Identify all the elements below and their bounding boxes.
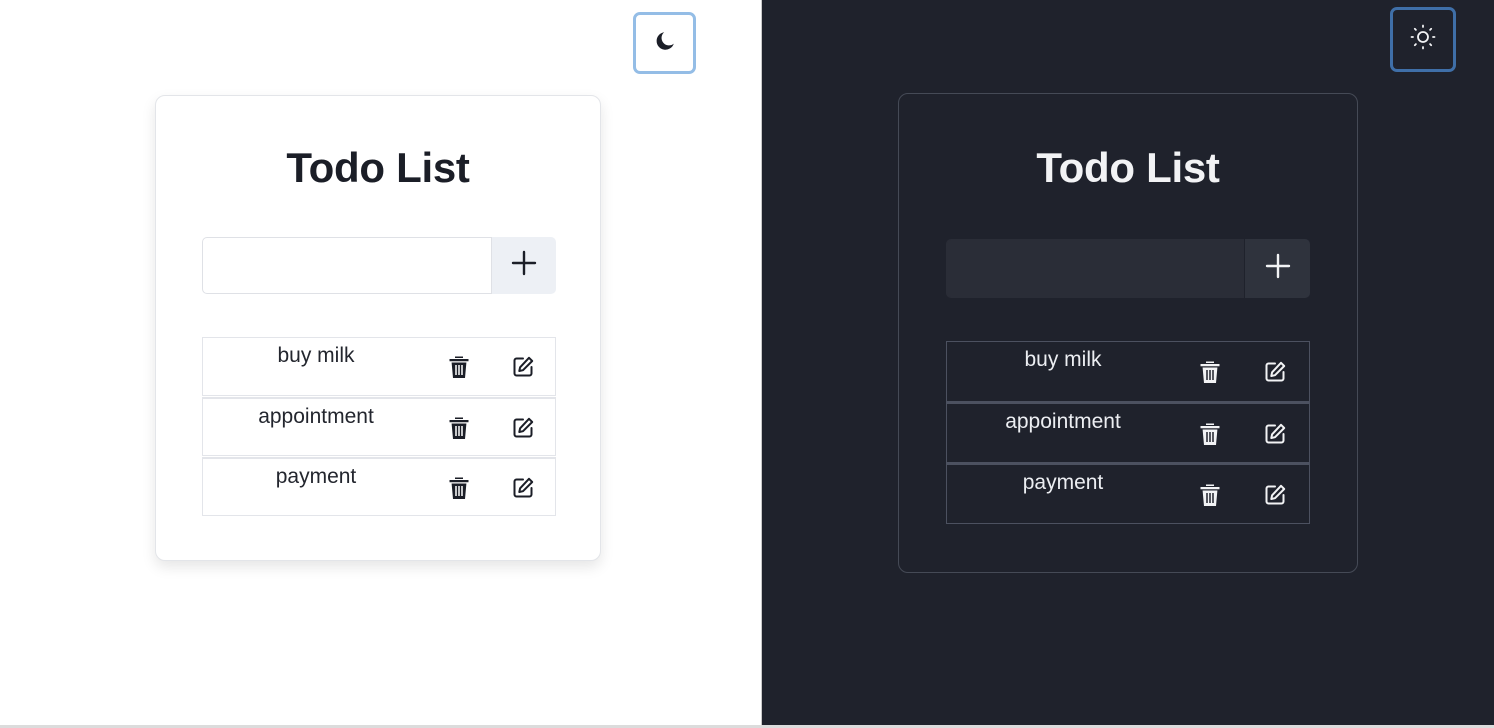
theme-toggle-button[interactable] (633, 12, 696, 74)
trash-icon[interactable] (445, 353, 473, 381)
sun-icon (1410, 24, 1436, 55)
page-title: Todo List (286, 144, 470, 191)
page-title: Todo List (1036, 144, 1220, 191)
todo-item: buy milk (946, 341, 1310, 402)
edit-icon[interactable] (1261, 358, 1289, 386)
todo-list: buy milk appointment payment (946, 341, 1310, 524)
todo-item: payment (202, 457, 556, 516)
theme-toggle-button[interactable] (1390, 7, 1456, 72)
edit-icon[interactable] (509, 353, 537, 381)
todo-item: buy milk (202, 337, 556, 396)
add-todo-button[interactable] (492, 237, 556, 294)
trash-icon[interactable] (1196, 481, 1224, 509)
light-theme-view: Todo List buy milk appointment payment (0, 0, 761, 725)
todo-item: appointment (946, 402, 1310, 463)
todo-label: buy milk (277, 344, 355, 367)
todo-card: Todo List buy milk appointment payment (898, 93, 1358, 573)
edit-icon[interactable] (509, 474, 537, 502)
trash-icon[interactable] (1196, 358, 1224, 386)
trash-icon[interactable] (445, 414, 473, 442)
todo-input[interactable] (946, 239, 1244, 298)
trash-icon[interactable] (1196, 420, 1224, 448)
todo-label: appointment (1005, 410, 1121, 433)
todo-label: buy milk (1024, 348, 1102, 371)
plus-icon (511, 250, 537, 281)
add-todo-button[interactable] (1245, 239, 1310, 298)
dark-theme-view: Todo List buy milk appointment payment (762, 0, 1494, 725)
todo-item: payment (946, 463, 1310, 524)
edit-icon[interactable] (1261, 420, 1289, 448)
edit-icon[interactable] (1261, 481, 1289, 509)
todo-label: payment (1022, 471, 1104, 494)
trash-icon[interactable] (445, 474, 473, 502)
todo-label: appointment (258, 405, 374, 428)
todo-card: Todo List buy milk appointment payment (155, 95, 601, 561)
plus-icon (1265, 253, 1291, 284)
edit-icon[interactable] (509, 414, 537, 442)
todo-list: buy milk appointment payment (202, 337, 556, 517)
todo-input[interactable] (202, 237, 492, 294)
moon-icon (653, 29, 677, 58)
todo-item: appointment (202, 397, 556, 456)
todo-label: payment (275, 465, 357, 488)
